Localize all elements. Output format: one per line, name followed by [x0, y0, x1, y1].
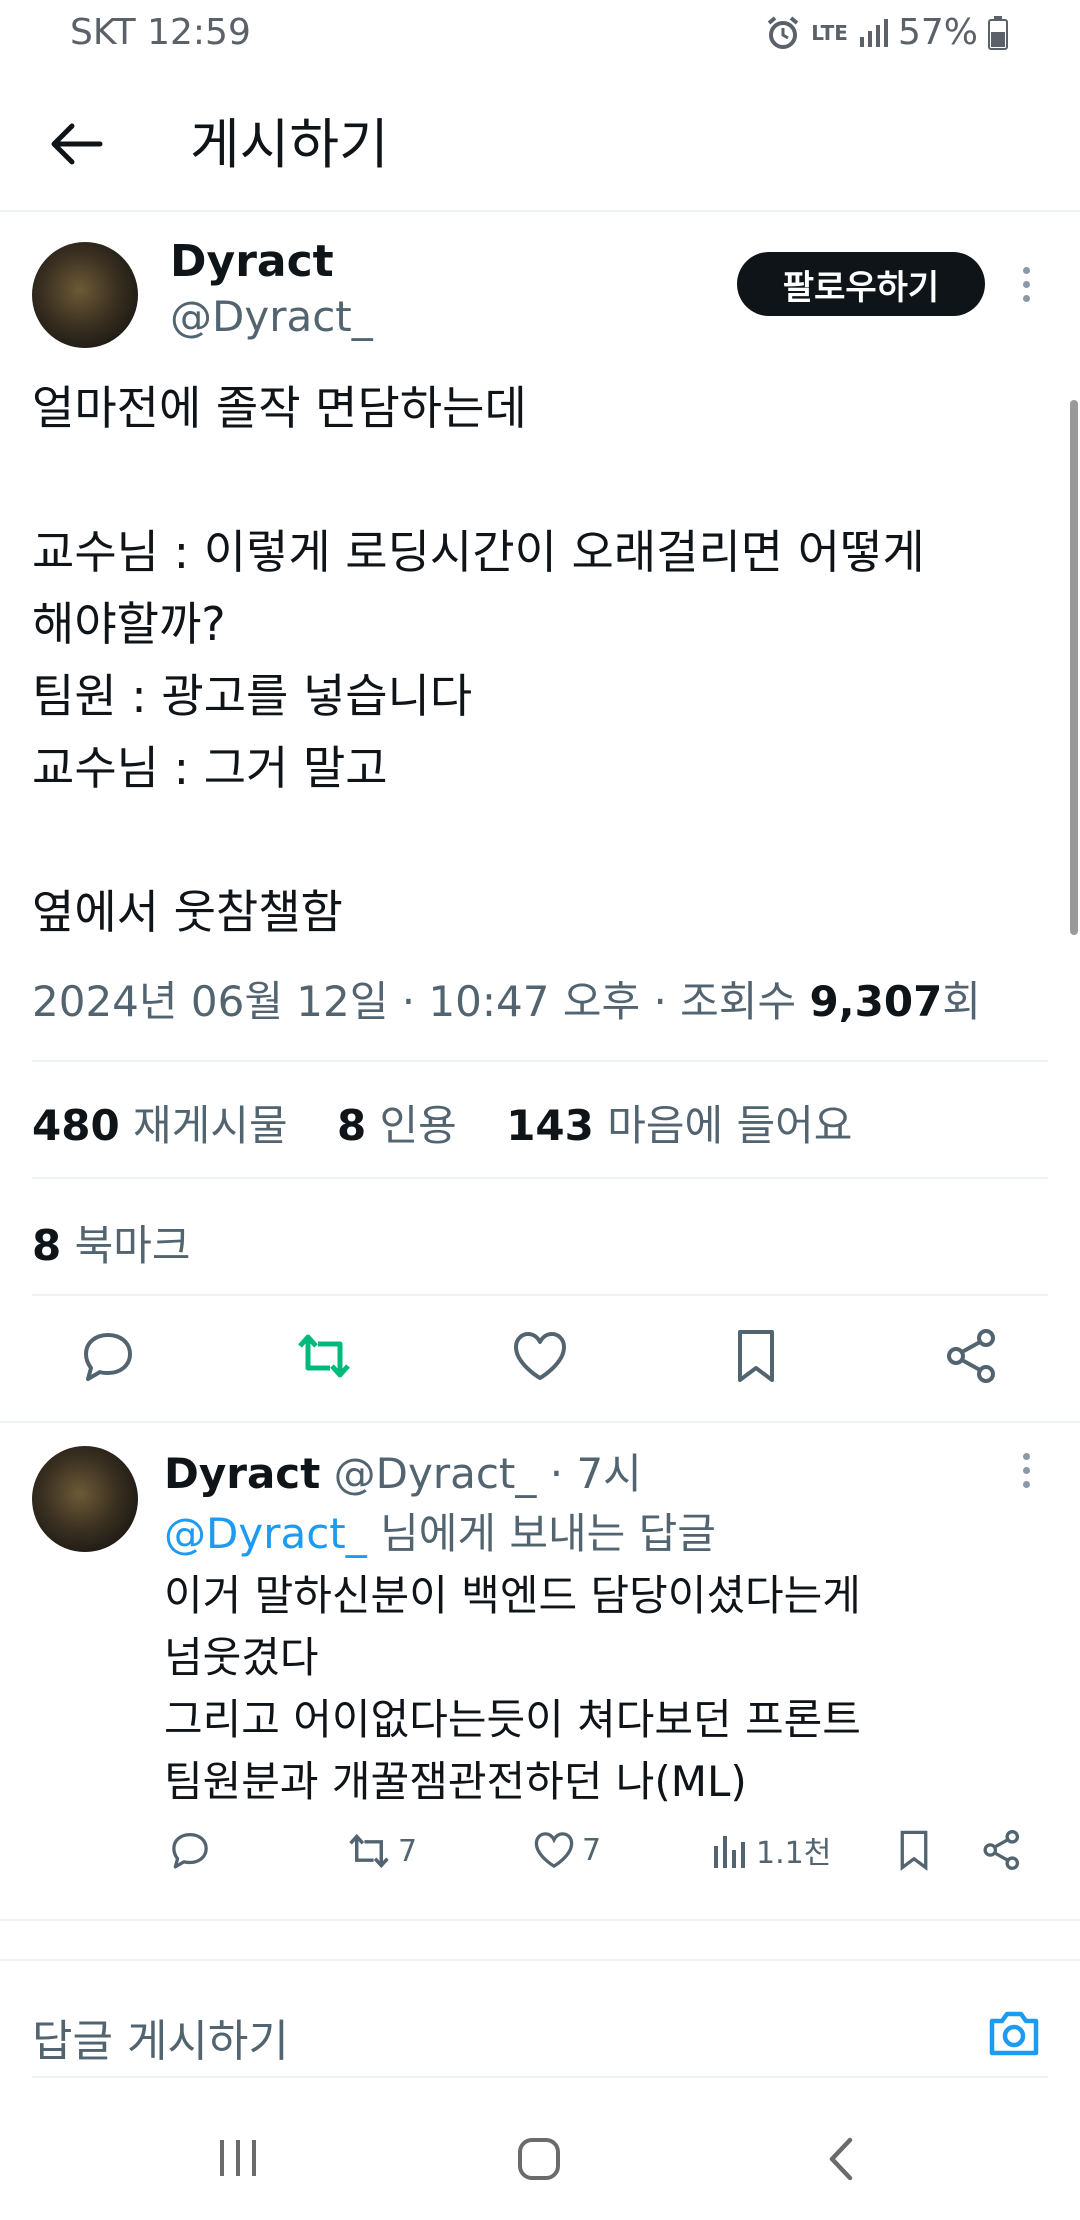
- quotes-count: 8: [336, 1101, 367, 1150]
- reply-repost-button[interactable]: 7: [346, 1828, 417, 1874]
- network-type: LTE: [811, 20, 848, 45]
- page-title: 게시하기: [190, 113, 389, 176]
- reply-icon: [172, 1832, 208, 1869]
- tweet-line: 팀원 : 광고를 넣습니다: [32, 669, 473, 723]
- tweet-line: 얼마전에 졸작 면담하는데: [32, 381, 527, 435]
- bookmarks-label: 북마크: [74, 1221, 191, 1270]
- analytics-icon: [714, 1836, 745, 1868]
- clock: 12:59: [147, 12, 251, 53]
- divider: [0, 1959, 1080, 1961]
- reply-like-count: 7: [582, 1832, 602, 1868]
- system-navigation-bar: [0, 2090, 1080, 2220]
- likes-label: 마음에 들어요: [607, 1101, 853, 1150]
- reply-line: 그리고 어이없다는듯이 쳐다보던 프론트: [164, 1695, 861, 1744]
- tweet-line: [32, 444, 1052, 516]
- divider: [32, 1177, 1048, 1179]
- follow-button[interactable]: 팔로우하기: [737, 252, 985, 316]
- like-icon: [534, 1832, 574, 1869]
- reply-views-button[interactable]: 1.1천: [710, 1828, 831, 1872]
- author-display-name[interactable]: Dyract: [170, 236, 334, 287]
- likes-stat[interactable]: 143 마음에 들어요: [506, 1101, 852, 1150]
- reply-more-options-icon[interactable]: [1016, 1446, 1036, 1496]
- bookmark-icon[interactable]: [726, 1326, 786, 1386]
- view-suffix: 회: [942, 977, 981, 1026]
- tweet-line: [32, 804, 1052, 876]
- recent-apps-icon[interactable]: [216, 2138, 260, 2178]
- reply-author-handle[interactable]: @Dyract_: [334, 1449, 537, 1498]
- reply-line: 넘웃겼다: [164, 1633, 319, 1682]
- repost-icon[interactable]: [294, 1326, 354, 1386]
- replying-to: @Dyract_ 님에게 보내는 답글: [164, 1500, 716, 1561]
- signal-icon: [859, 18, 888, 47]
- quotes-label: 인용: [379, 1101, 457, 1150]
- alarm-icon: [767, 15, 799, 49]
- tweet-line: 옆에서 웃참챌함: [32, 885, 343, 939]
- tweet-body: 얼마전에 졸작 면담하는데 교수님 : 이렇게 로딩시간이 오래걸리면 어떻게 …: [32, 372, 1052, 948]
- reply-share-button[interactable]: [980, 1828, 1024, 1872]
- reply-to-suffix: 님에게 보내는 답글: [366, 1509, 716, 1558]
- quotes-stat[interactable]: 8 인용: [337, 1101, 457, 1150]
- status-right: LTE 57%: [765, 12, 1008, 53]
- scrollbar-thumb[interactable]: [1070, 400, 1078, 935]
- divider: [32, 2076, 1048, 2078]
- engagement-stats: 480 재게시물 8 인용 143 마음에 들어요: [32, 1092, 888, 1153]
- reply-author-avatar[interactable]: [32, 1446, 138, 1552]
- tweet-action-bar: [0, 1326, 1080, 1416]
- reply-reply-button[interactable]: [168, 1828, 212, 1872]
- bookmarks-stat[interactable]: 8 북마크: [32, 1212, 191, 1273]
- reply-compose-input[interactable]: 답글 게시하기: [32, 2005, 289, 2069]
- share-icon[interactable]: [942, 1326, 1002, 1386]
- tweet-line: 해야할까?: [32, 597, 226, 651]
- battery-icon: [988, 15, 1008, 50]
- reply-action-bar: 7 7 1.1천: [0, 1828, 1080, 1888]
- camera-icon[interactable]: [986, 2005, 1042, 2061]
- carrier: SKT: [70, 12, 136, 53]
- likes-count: 143: [506, 1101, 594, 1150]
- reply-author-name[interactable]: Dyract: [164, 1449, 320, 1498]
- reply-to-handle-link[interactable]: @Dyract_: [164, 1509, 367, 1558]
- author-avatar[interactable]: [32, 242, 138, 348]
- back-nav-icon[interactable]: [826, 2136, 856, 2182]
- back-arrow-icon[interactable]: [44, 112, 108, 176]
- reply-view-count: 1.1천: [756, 1836, 832, 1871]
- reply-header: Dyract @Dyract_ · 7시: [164, 1440, 642, 1501]
- like-icon[interactable]: [510, 1326, 570, 1386]
- reposts-stat[interactable]: 480 재게시물: [32, 1101, 288, 1150]
- reply-line: 이거 말하신분이 백엔드 담당이셨다는게: [164, 1571, 861, 1620]
- repost-icon: [349, 1833, 389, 1869]
- divider: [32, 1060, 1048, 1062]
- more-options-icon[interactable]: [1016, 260, 1036, 310]
- status-bar: SKT 12:59 LTE 57%: [0, 0, 1080, 70]
- status-left: SKT 12:59: [70, 12, 251, 53]
- bookmark-icon: [900, 1830, 928, 1871]
- timestamp: 2024년 06월 12일 · 10:47 오후 · 조회수: [32, 977, 810, 1026]
- reply-body: 이거 말하신분이 백엔드 담당이셨다는게 넘웃겼다 그리고 어이없다는듯이 쳐다…: [164, 1565, 861, 1813]
- reply-line: 팀원분과 개꿀잼관전하던 나(ML): [164, 1757, 747, 1806]
- reply-repost-count: 7: [398, 1833, 418, 1869]
- battery-percent: 57%: [897, 12, 978, 53]
- reply-age: · 7시: [536, 1449, 642, 1498]
- divider: [0, 1421, 1080, 1423]
- divider: [32, 1294, 1048, 1296]
- share-icon: [983, 1830, 1020, 1870]
- home-icon[interactable]: [516, 2136, 562, 2182]
- reply-icon[interactable]: [78, 1326, 138, 1386]
- reply-like-button[interactable]: 7: [532, 1828, 601, 1872]
- reply-bookmark-button[interactable]: [892, 1828, 936, 1872]
- author-handle[interactable]: @Dyract_: [170, 292, 373, 341]
- divider: [0, 1919, 1080, 1921]
- tweet-line: 교수님 : 그거 말고: [32, 741, 388, 795]
- tweet-meta: 2024년 06월 12일 · 10:47 오후 · 조회수 9,307회: [32, 968, 981, 1029]
- view-count: 9,307: [809, 977, 943, 1026]
- bookmarks-count: 8: [32, 1221, 62, 1270]
- tweet-line: 교수님 : 이렇게 로딩시간이 오래걸리면 어떻게: [32, 525, 925, 579]
- reposts-count: 480: [32, 1101, 120, 1150]
- top-app-bar: 게시하기: [0, 70, 1080, 212]
- reposts-label: 재게시물: [133, 1101, 288, 1150]
